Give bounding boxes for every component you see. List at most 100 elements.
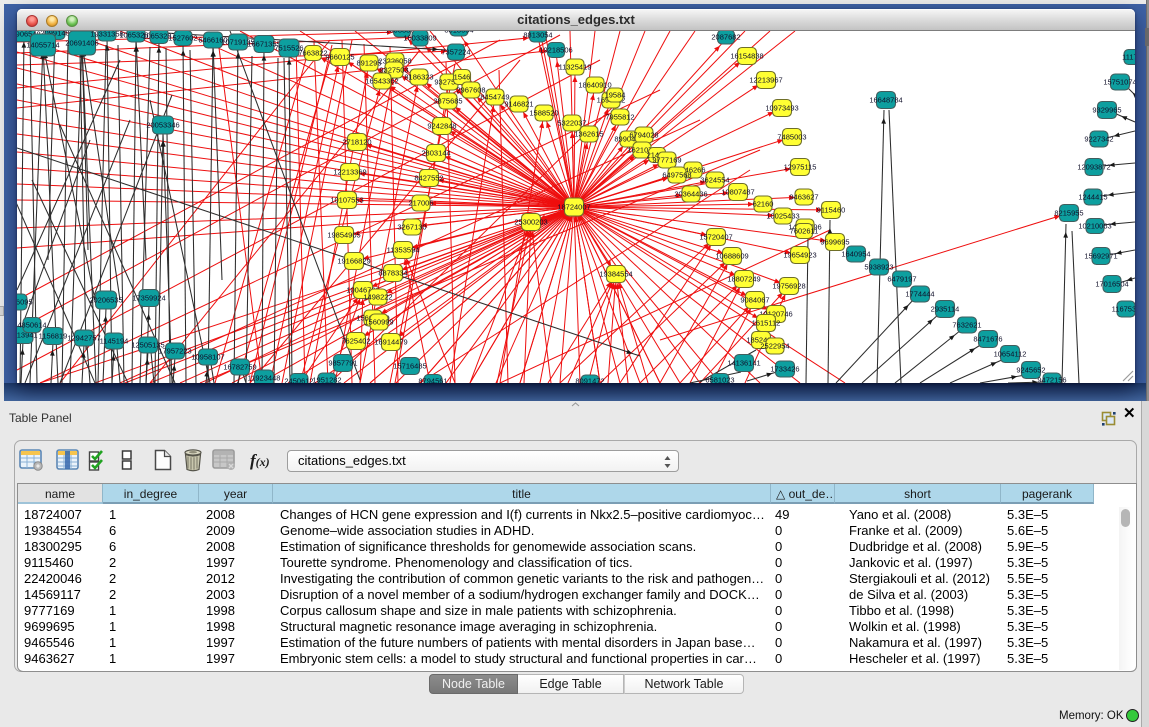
svg-text:17359924: 17359924 — [132, 294, 165, 303]
svg-text:16782759: 16782759 — [223, 363, 256, 372]
svg-text:4350614: 4350614 — [17, 321, 46, 330]
svg-text:3624554: 3624554 — [700, 176, 729, 185]
svg-text:1244415: 1244415 — [1078, 193, 1107, 202]
svg-text:1145194: 1145194 — [100, 337, 129, 346]
svg-text:16543362: 16543362 — [365, 77, 398, 86]
svg-text:6497568: 6497568 — [662, 171, 691, 180]
svg-text:9472156: 9472156 — [1037, 376, 1066, 384]
svg-text:2522954: 2522954 — [760, 342, 789, 351]
svg-text:10025433: 10025433 — [766, 212, 799, 221]
svg-text:25300203: 25300203 — [514, 218, 547, 227]
svg-text:2626095: 2626095 — [17, 298, 33, 307]
svg-text:2450612: 2450612 — [284, 377, 313, 384]
svg-text:9660125: 9660125 — [325, 53, 354, 62]
svg-text:2803144: 2803144 — [421, 149, 450, 158]
svg-text:18640910: 18640910 — [578, 81, 611, 90]
svg-text:19654923: 19654923 — [783, 251, 816, 260]
svg-text:14055714: 14055714 — [26, 41, 59, 50]
svg-text:11172: 11172 — [1122, 53, 1135, 62]
svg-text:1640954: 1640954 — [841, 250, 870, 259]
svg-text:16154838: 16154838 — [730, 52, 763, 61]
svg-text:16033809: 16033809 — [403, 34, 436, 43]
svg-text:10973493: 10973493 — [765, 104, 798, 113]
svg-text:217006: 217006 — [408, 199, 433, 208]
svg-text:10210063: 10210063 — [1078, 222, 1111, 231]
svg-text:5938923: 5938923 — [864, 263, 893, 272]
svg-text:11325419: 11325419 — [559, 63, 592, 72]
svg-text:1951282: 1951282 — [312, 376, 341, 384]
svg-text:19854905: 19854905 — [327, 231, 360, 240]
svg-text:10688609: 10688609 — [715, 252, 748, 261]
svg-text:1527602: 1527602 — [168, 34, 197, 43]
svg-text:18807249: 18807249 — [727, 275, 760, 284]
svg-text:16648784: 16648784 — [869, 96, 902, 105]
svg-text:9084067: 9084067 — [740, 296, 769, 305]
svg-text:9242848: 9242848 — [427, 122, 456, 131]
svg-text:10654112: 10654112 — [994, 350, 1027, 359]
svg-text:19166829: 19166829 — [337, 257, 370, 266]
svg-text:9699695: 9699695 — [820, 238, 849, 247]
svg-text:9227342: 9227342 — [1084, 135, 1113, 144]
svg-text:1167533: 1167533 — [1112, 305, 1135, 314]
svg-text:1615112: 1615112 — [752, 319, 781, 328]
svg-text:7485003: 7485003 — [777, 133, 806, 142]
svg-text:7632621: 7632621 — [952, 321, 981, 330]
svg-text:17016504: 17016504 — [1095, 280, 1128, 289]
svg-text:20364436: 20364436 — [674, 190, 707, 199]
svg-text:1156819: 1156819 — [39, 332, 68, 341]
svg-text:20691406: 20691406 — [65, 39, 98, 48]
svg-text:6794028: 6794028 — [629, 131, 658, 140]
svg-text:1733426: 1733426 — [770, 365, 799, 374]
svg-text:9146821: 9146821 — [504, 100, 533, 109]
svg-text:1774444: 1774444 — [905, 290, 934, 299]
svg-text:8878334: 8878334 — [378, 269, 407, 278]
svg-text:3875685: 3875685 — [433, 97, 462, 106]
svg-text:1560999: 1560999 — [364, 318, 393, 327]
svg-text:62160: 62160 — [753, 200, 774, 209]
svg-text:8186323: 8186323 — [404, 73, 433, 82]
svg-text:19218506: 19218506 — [539, 46, 572, 55]
svg-text:8813054: 8813054 — [523, 31, 552, 40]
svg-text:8091472: 8091472 — [575, 377, 604, 384]
svg-text:12213369: 12213369 — [333, 168, 366, 177]
svg-text:20053346: 20053346 — [146, 121, 179, 130]
svg-text:7663822: 7663822 — [298, 49, 327, 58]
svg-text:15692971: 15692971 — [1084, 252, 1117, 261]
svg-text:12975115: 12975115 — [784, 163, 817, 172]
svg-text:7357224: 7357224 — [441, 48, 470, 57]
svg-text:19584: 19584 — [605, 91, 626, 100]
svg-text:8427552: 8427552 — [414, 174, 443, 183]
svg-text:14136141: 14136141 — [727, 359, 760, 368]
svg-text:9857791: 9857791 — [328, 359, 357, 368]
svg-text:7625402: 7625402 — [341, 337, 370, 346]
svg-text:8215955: 8215955 — [1054, 209, 1083, 218]
svg-text:18724007: 18724007 — [557, 203, 590, 212]
svg-text:12093872: 12093872 — [1077, 163, 1110, 172]
svg-text:7602611: 7602611 — [790, 227, 819, 236]
svg-text:3267130: 3267130 — [397, 223, 426, 232]
svg-text:7955812: 7955812 — [605, 113, 634, 122]
svg-text:9777169: 9777169 — [652, 156, 681, 165]
svg-text:16914479: 16914479 — [374, 338, 407, 347]
svg-text:12213967: 12213967 — [749, 76, 782, 85]
svg-text:8471676: 8471676 — [973, 335, 1002, 344]
svg-text:1546: 1546 — [454, 73, 471, 82]
svg-text:19384554: 19384554 — [599, 270, 632, 279]
svg-text:9463627: 9463627 — [789, 193, 818, 202]
svg-text:10107553: 10107553 — [330, 196, 363, 205]
svg-text:2718120: 2718120 — [342, 138, 371, 147]
svg-text:10958107: 10958107 — [191, 353, 224, 362]
svg-text:1498222: 1498222 — [363, 293, 392, 302]
svg-text:2087682: 2087682 — [711, 33, 740, 42]
svg-text:15720407: 15720407 — [699, 233, 732, 242]
svg-text:6479197: 6479197 — [887, 275, 916, 284]
svg-text:15716485: 15716485 — [393, 362, 426, 371]
svg-text:15751074: 15751074 — [1103, 78, 1135, 87]
svg-text:10807487: 10807487 — [721, 188, 754, 197]
svg-text:11923448: 11923448 — [248, 374, 281, 383]
svg-text:20206535: 20206535 — [89, 296, 122, 305]
svg-text:8813054: 8813054 — [444, 31, 473, 35]
svg-text:9329965: 9329965 — [1092, 106, 1121, 115]
svg-text:1588520: 1588520 — [529, 109, 558, 118]
svg-text:1362615: 1362615 — [574, 130, 603, 139]
